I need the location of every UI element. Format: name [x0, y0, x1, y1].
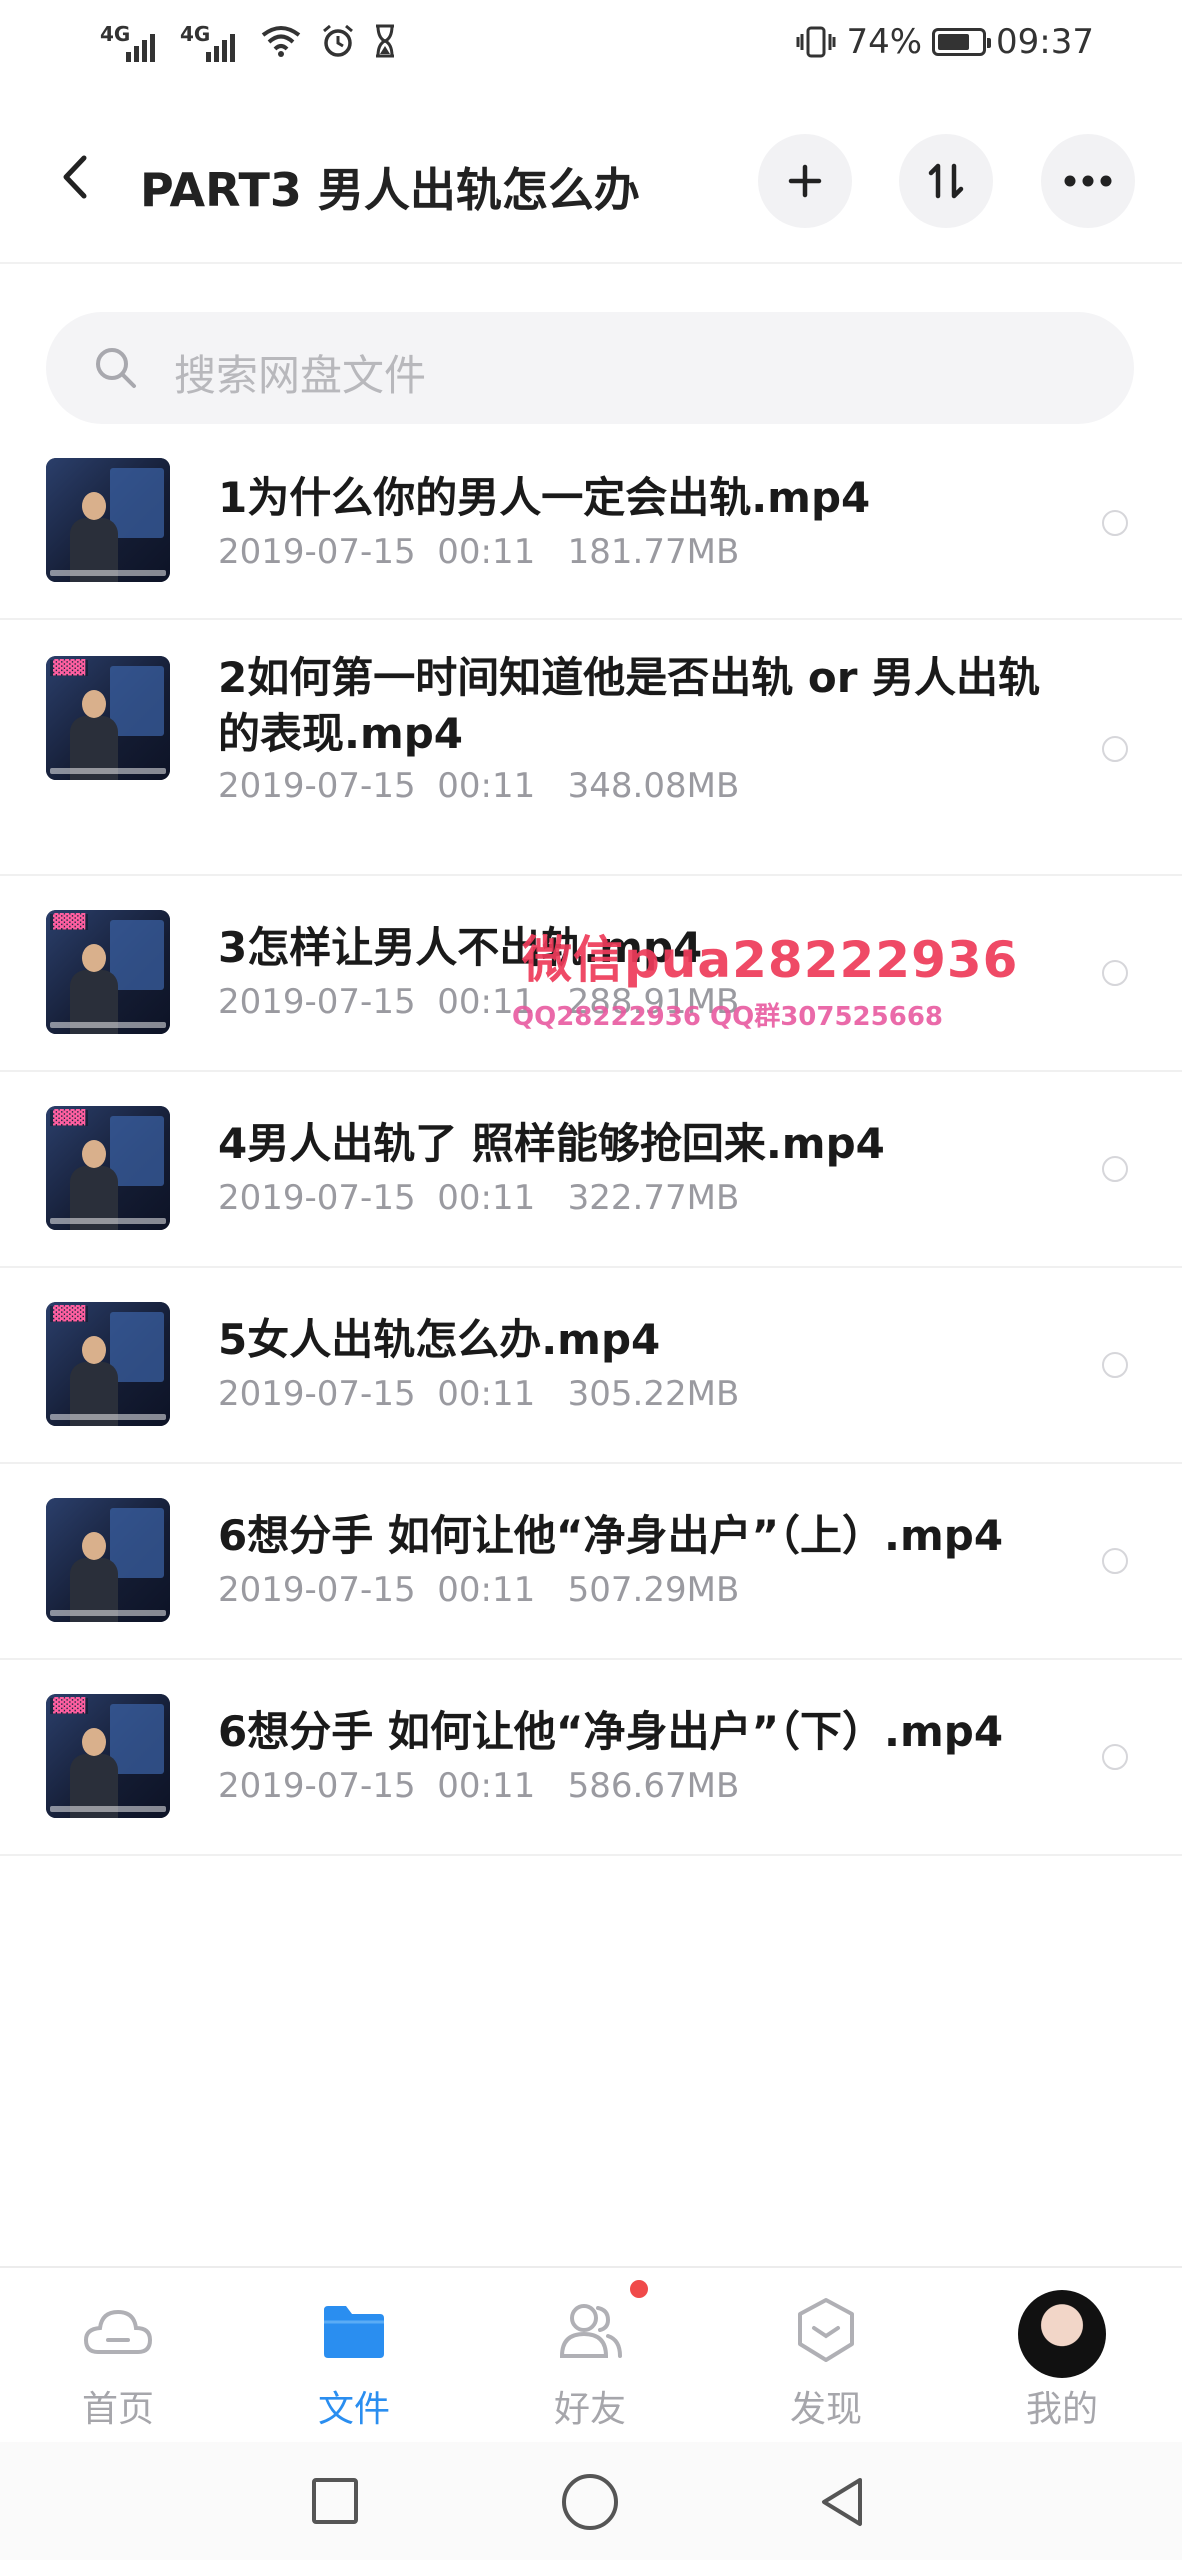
file-name: 5女人出轨怎么办.mp4: [218, 1315, 661, 1364]
friends-icon: [559, 2304, 622, 2358]
file-name: 4男人出轨了 照样能够抢回来.mp4: [218, 1119, 885, 1168]
file-meta: 2019-07-15 00:11 348.08MB: [218, 766, 740, 806]
vibrate-icon: [796, 26, 836, 58]
search-bar[interactable]: 搜索网盘文件: [46, 312, 1134, 424]
folder-icon: [324, 2306, 384, 2358]
file-name: 6想分手 如何让他“净身出户”（上）.mp4: [218, 1511, 1004, 1560]
back-icon[interactable]: [56, 152, 96, 202]
file-meta: 2019-07-15 00:11 181.77MB: [218, 532, 740, 572]
video-thumbnail: ▓▓▓: [46, 910, 170, 1034]
file-row[interactable]: ▓▓▓ 6想分手 如何让他“净身出户”（下）.mp4 2019-07-15 00…: [0, 1660, 1182, 1856]
search-placeholder: 搜索网盘文件: [174, 351, 427, 400]
add-icon: [788, 164, 822, 198]
file-row[interactable]: ▓▓▓ 2如何第一时间知道他是否出轨 or 男人出轨的表现.mp4 2019-0…: [0, 620, 1182, 876]
system-nav-bar: [0, 2442, 1182, 2560]
select-radio[interactable]: [1102, 1548, 1128, 1574]
file-name: 1为什么你的男人一定会出轨.mp4: [218, 473, 871, 522]
tab-files[interactable]: 文件: [264, 2268, 444, 2444]
select-radio[interactable]: [1102, 736, 1128, 762]
select-radio[interactable]: [1102, 510, 1128, 536]
watermark-line-1: 微信pua28222936: [522, 931, 1019, 989]
video-thumbnail: ▓▓▓: [46, 656, 170, 780]
file-row[interactable]: 1为什么你的男人一定会出轨.mp4 2019-07-15 00:11 181.7…: [0, 440, 1182, 620]
tab-label: 好友: [553, 2389, 626, 2430]
page-title: PART3 男人出轨怎么办: [140, 163, 640, 217]
tab-label: 首页: [81, 2389, 154, 2430]
watermark-line-2: QQ28222936 QQ群307525668: [512, 1002, 944, 1032]
battery-icon: [932, 28, 992, 56]
header: PART3 男人出轨怎么办: [0, 92, 1182, 264]
tab-home[interactable]: 首页: [28, 2268, 208, 2444]
select-radio[interactable]: [1102, 1744, 1128, 1770]
cell-signal-icon-2: 4G: [180, 18, 242, 64]
tab-label: 文件: [317, 2389, 390, 2430]
video-thumbnail: [46, 1498, 170, 1622]
file-meta: 2019-07-15 00:11 507.29MB: [218, 1570, 740, 1610]
tab-profile[interactable]: 我的: [972, 2268, 1152, 2444]
more-icon: [1064, 175, 1112, 187]
search-icon: [96, 348, 136, 388]
sort-icon: [928, 163, 964, 199]
cloud-icon: [83, 2309, 153, 2354]
avatar: [1018, 2290, 1106, 2378]
file-meta: 2019-07-15 00:11 322.77MB: [218, 1178, 740, 1218]
tab-label: 我的: [1025, 2389, 1098, 2430]
video-thumbnail: ▓▓▓: [46, 1106, 170, 1230]
file-row[interactable]: 6想分手 如何让他“净身出户”（上）.mp4 2019-07-15 00:11 …: [0, 1464, 1182, 1660]
more-button[interactable]: [1041, 134, 1135, 228]
cell-signal-icon: 4G: [100, 18, 162, 64]
home-button[interactable]: [562, 2474, 618, 2530]
add-button[interactable]: [758, 134, 852, 228]
hourglass-icon: [376, 24, 394, 58]
file-row[interactable]: ▓▓▓ 5女人出轨怎么办.mp4 2019-07-15 00:11 305.22…: [0, 1268, 1182, 1464]
notification-dot: [630, 2280, 648, 2298]
clock: 09:37: [996, 22, 1094, 62]
recents-button[interactable]: [312, 2478, 358, 2524]
wifi-icon: [261, 26, 301, 57]
tab-discover[interactable]: 发现: [736, 2268, 916, 2444]
tab-label: 发现: [789, 2389, 862, 2430]
alarm-icon: [323, 24, 353, 57]
file-meta: 2019-07-15 00:11 305.22MB: [218, 1374, 740, 1414]
file-list: 1为什么你的男人一定会出轨.mp4 2019-07-15 00:11 181.7…: [0, 440, 1182, 1856]
back-nav-icon[interactable]: [812, 2472, 872, 2532]
status-bar: 4G 4G 74% 09:37: [0, 0, 1182, 92]
discover-icon: [798, 2298, 854, 2362]
video-thumbnail: ▓▓▓: [46, 1302, 170, 1426]
video-thumbnail: ▓▓▓: [46, 1694, 170, 1818]
select-radio[interactable]: [1102, 960, 1128, 986]
sort-button[interactable]: [899, 134, 993, 228]
select-radio[interactable]: [1102, 1156, 1128, 1182]
file-name: 2如何第一时间知道他是否出轨 or 男人出轨的表现.mp4: [218, 653, 1041, 758]
battery-fill: [938, 34, 970, 50]
file-name: 6想分手 如何让他“净身出户”（下）.mp4: [218, 1707, 1004, 1756]
tab-friends[interactable]: 好友: [500, 2268, 680, 2444]
video-thumbnail: [46, 458, 170, 582]
battery-percent: 74%: [846, 22, 923, 62]
bottom-tab-bar: 首页 文件 好友 发现 我的: [0, 2266, 1182, 2444]
select-radio[interactable]: [1102, 1352, 1128, 1378]
file-meta: 2019-07-15 00:11 586.67MB: [218, 1766, 740, 1806]
file-row[interactable]: ▓▓▓ 4男人出轨了 照样能够抢回来.mp4 2019-07-15 00:11 …: [0, 1072, 1182, 1268]
